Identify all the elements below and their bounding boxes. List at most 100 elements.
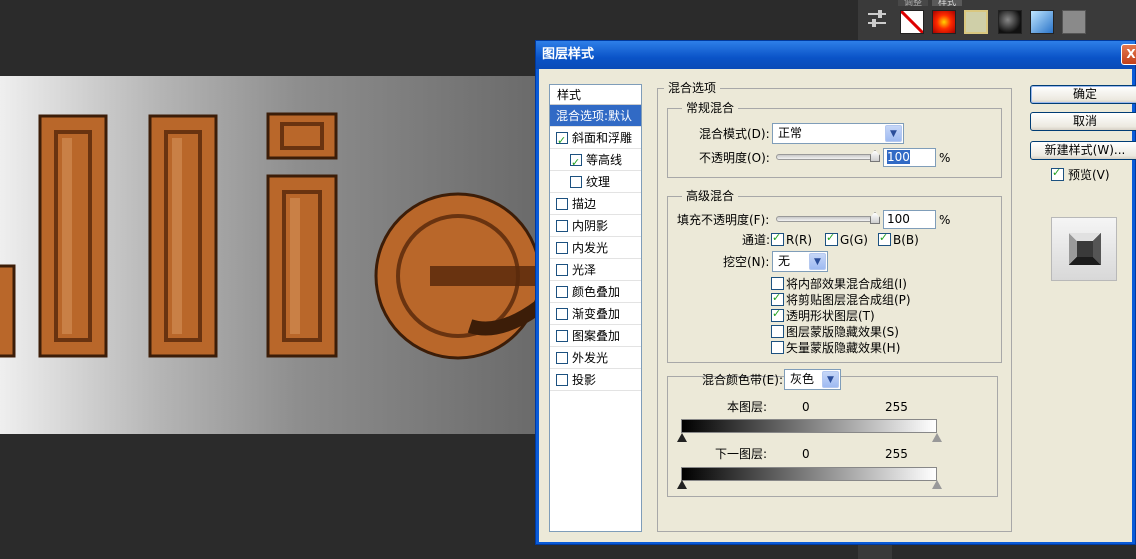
blend-clipped-layers-label: 将剪贴图层混合成组(P) [786,293,911,307]
style-item-pattern-overlay[interactable]: 图案叠加 [550,325,641,347]
this-layer-white-slider[interactable] [932,433,942,442]
style-item-label: 描边 [572,197,597,211]
this-layer-black-slider[interactable] [677,433,687,442]
knockout-value: 无 [778,254,791,268]
opacity-label: 不透明度(O): [699,151,770,165]
blend-if-group: 混合颜色带(E): 灰色 ▼ 本图层: 0 255 下一图层: 0 255 [667,369,998,497]
fill-opacity-slider[interactable] [776,212,880,224]
channel-r-checkbox[interactable] [771,231,784,246]
channel-g-checkbox[interactable] [825,231,838,246]
checkbox[interactable] [556,286,568,298]
style-item-contour[interactable]: 等高线 [550,149,641,174]
checkbox[interactable] [556,130,568,152]
style-item-label: 投影 [572,373,597,387]
document-canvas[interactable]: llie [0,76,540,434]
dialog-titlebar[interactable]: 图层样式 [536,41,1135,69]
cancel-button[interactable]: 取消 [1030,112,1136,131]
style-item-blend-options[interactable]: 混合选项:默认 [550,105,641,127]
blend-if-select[interactable]: 灰色 ▼ [784,369,841,390]
blend-interior-effects-checkbox[interactable] [771,277,784,290]
checkbox[interactable] [556,308,568,320]
knockout-select[interactable]: 无 ▼ [772,251,828,272]
tab-styles[interactable]: 样式 [932,0,963,6]
checkbox[interactable] [556,264,568,276]
wood-text-artwork [0,112,540,360]
this-layer-gradient-ramp [681,419,937,433]
gray-swatch[interactable] [1062,10,1086,34]
transparency-shapes-checkbox[interactable] [771,307,784,322]
no-style-icon [899,9,925,35]
checkbox[interactable] [570,152,582,174]
opacity-value: 100 [887,150,910,164]
red-glow-swatch[interactable] [932,10,956,34]
style-item-color-overlay[interactable]: 颜色叠加 [550,281,641,303]
checkbox[interactable] [556,242,568,254]
style-item-outer-glow[interactable]: 外发光 [550,347,641,369]
checkbox[interactable] [556,198,568,210]
style-preview-box [1051,217,1117,281]
dark-orb-swatch[interactable] [998,10,1022,34]
style-item-texture[interactable]: 纹理 [550,171,641,193]
channel-b-checkbox[interactable] [878,231,891,246]
styles-panel: 调整 样式 [858,0,1136,40]
style-item-label: 等高线 [586,153,623,167]
tab-adjustments[interactable]: 调整 [898,0,929,6]
new-style-button[interactable]: 新建样式(W)... [1030,141,1136,160]
style-list-header[interactable]: 样式 [550,85,641,105]
channel-b-label: B(B) [893,233,919,247]
this-layer-max: 255 [885,400,908,414]
sliders-icon[interactable] [866,8,888,30]
opacity-slider[interactable] [776,150,880,162]
blue-glass-swatch[interactable] [1030,10,1054,34]
preview-checkbox[interactable] [1051,166,1064,181]
layer-mask-hides-checkbox[interactable] [771,325,784,338]
channel-g-label: G(G) [840,233,868,247]
blend-mode-value: 正常 [778,126,803,140]
ok-button[interactable]: 确定 [1030,85,1136,104]
transparency-shapes-label: 透明形状图层(T) [786,309,875,323]
opacity-input[interactable]: 100 [883,148,936,167]
close-button[interactable]: X [1121,44,1136,65]
opacity-slider-thumb[interactable] [870,150,880,162]
checkbox[interactable] [570,176,582,188]
style-item-bevel-emboss[interactable]: 斜面和浮雕 [550,127,641,152]
preview-label: 预览(V) [1068,168,1110,182]
blend-mode-select[interactable]: 正常 ▼ [772,123,904,144]
style-item-drop-shadow[interactable]: 投影 [550,369,641,391]
style-item-stroke[interactable]: 描边 [550,193,641,215]
checkbox[interactable] [556,374,568,386]
vector-mask-hides-label: 矢量蒙版隐藏效果(H) [786,341,901,355]
underlying-layer-white-slider[interactable] [932,480,942,489]
advanced-blending-group: 高级混合 填充不透明度(F): 100 % 通道: R(R) G(G) B(B)… [667,189,1002,363]
fill-opacity-slider-thumb[interactable] [870,212,880,224]
underlying-layer-black-slider[interactable] [677,480,687,489]
checkbox[interactable] [556,330,568,342]
this-layer-label: 本图层: [727,400,768,414]
style-item-label: 纹理 [586,175,611,189]
blend-clipped-layers-checkbox[interactable] [771,291,784,306]
blend-mode-label: 混合模式(D): [699,127,770,141]
style-item-inner-shadow[interactable]: 内阴影 [550,215,641,237]
layer-mask-hides-label: 图层蒙版隐藏效果(S) [786,325,899,339]
advanced-blending-title: 高级混合 [682,189,739,203]
general-blending-group: 常规混合 混合模式(D): 正常 ▼ 不透明度(O): 100 % [667,101,1002,178]
style-item-label: 光泽 [572,263,597,277]
opacity-unit: % [939,151,951,165]
style-item-label: 内发光 [572,241,609,255]
style-item-satin[interactable]: 光泽 [550,259,641,281]
checkbox[interactable] [556,352,568,364]
frame-swatch[interactable] [964,10,988,34]
style-item-inner-glow[interactable]: 内发光 [550,237,641,259]
fill-opacity-label: 填充不透明度(F): [677,213,770,227]
no-style-swatch[interactable] [899,9,925,35]
checkbox[interactable] [556,220,568,232]
style-item-gradient-overlay[interactable]: 渐变叠加 [550,303,641,325]
chevron-down-icon: ▼ [822,371,839,388]
fill-opacity-value: 100 [887,212,910,226]
style-list: 样式 混合选项:默认 斜面和浮雕 等高线 纹理 描边 内阴影 内发光 光泽 颜色… [549,84,642,532]
style-item-label: 混合选项:默认 [556,109,633,123]
style-preview-swatch [1069,233,1101,265]
fill-opacity-input[interactable]: 100 [883,210,936,229]
style-item-label: 斜面和浮雕 [572,131,633,145]
vector-mask-hides-checkbox[interactable] [771,341,784,354]
